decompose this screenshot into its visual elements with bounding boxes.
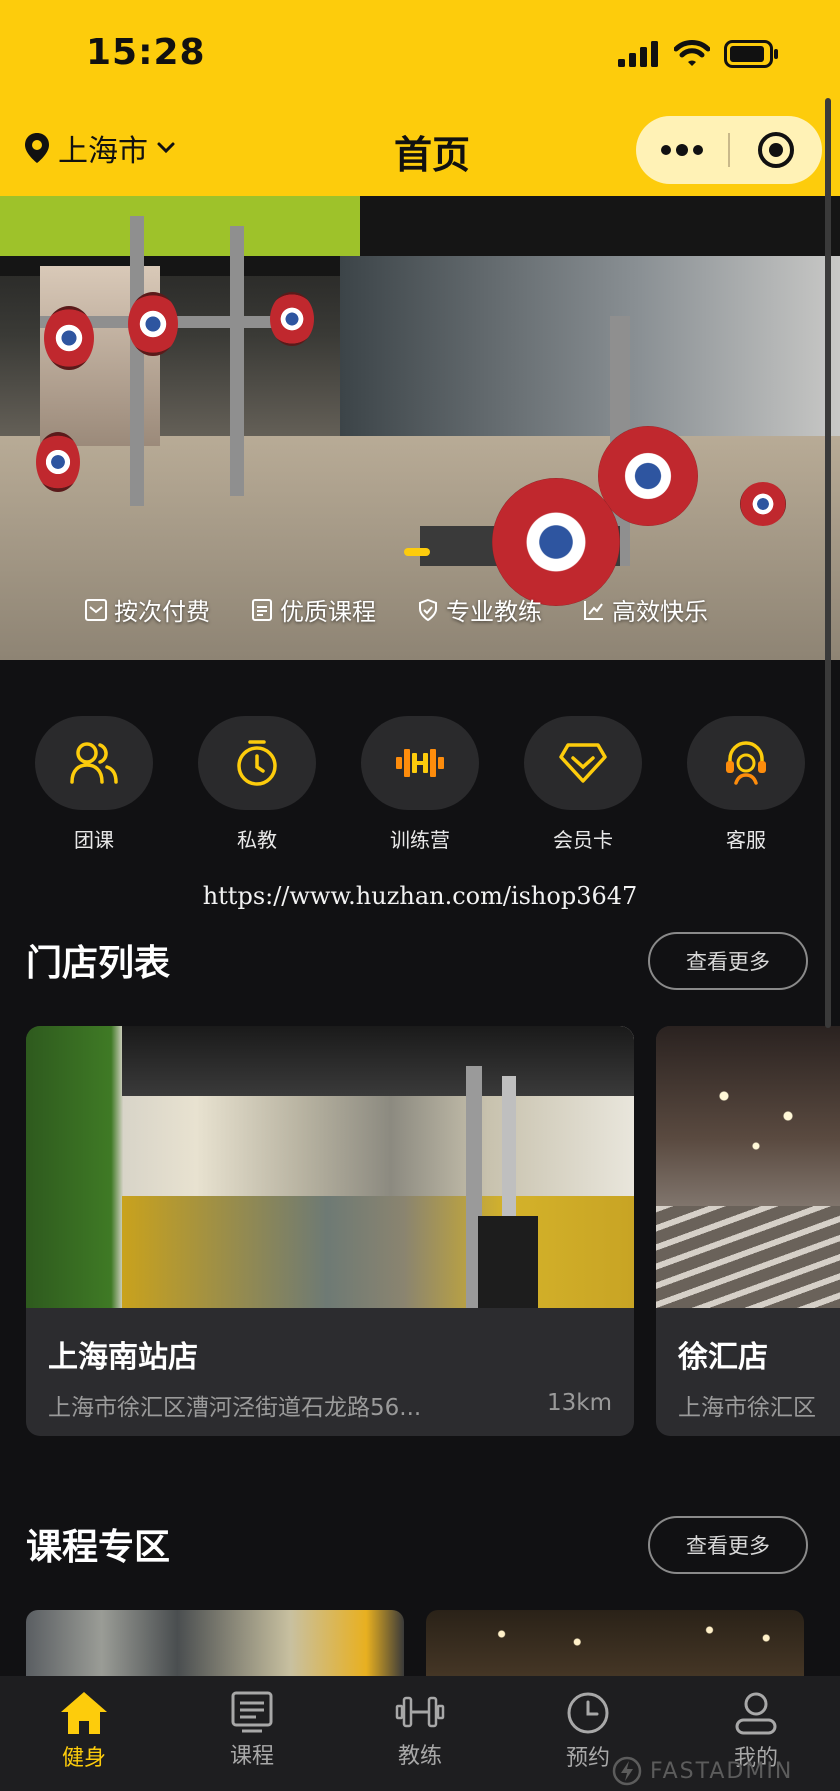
banner-weight-plate <box>128 292 178 356</box>
feature-tag-label: 高效快乐 <box>612 598 708 626</box>
hero-banner[interactable]: 按次付费 优质课程 专业教练 高效快乐 <box>0 196 840 660</box>
fastadmin-label: FASTADMIN <box>650 1758 794 1784</box>
feature-tag-label: 按次付费 <box>114 598 210 626</box>
url-watermark: https://www.huzhan.com/ishop3647 <box>202 882 638 910</box>
receipt-icon <box>85 598 107 621</box>
banner-back-wall <box>340 256 840 436</box>
feature-tag-label: 专业教练 <box>446 598 542 626</box>
quick-menu-label: 客服 <box>726 828 766 852</box>
lightning-logo-icon <box>612 1756 642 1786</box>
store-photo-machine <box>478 1216 538 1308</box>
banner-weight-plate <box>740 482 786 526</box>
quick-menu-icon-bg <box>35 716 153 810</box>
dumbbell-icon <box>395 1696 445 1728</box>
more-dots-icon <box>661 144 703 156</box>
stopwatch-icon <box>237 740 277 786</box>
stores-more-button[interactable]: 查看更多 <box>648 932 808 990</box>
quick-menu-icon-bg <box>524 716 642 810</box>
quick-menu-item-customer-service[interactable]: 客服 <box>686 716 806 853</box>
document-icon <box>252 598 272 621</box>
quick-menu-icon-bg <box>198 716 316 810</box>
store-distance: 13km <box>547 1390 612 1416</box>
battery-icon <box>724 40 778 68</box>
quick-menu: 团课 私教 训练营 会员卡 客服 <box>0 716 840 853</box>
feature-tag: 高效快乐 <box>582 592 708 627</box>
banner-rack <box>130 216 144 506</box>
target-circle-icon <box>758 132 794 168</box>
quick-menu-label: 会员卡 <box>553 828 613 852</box>
scrollbar[interactable] <box>825 98 831 1028</box>
tab-label: 健身 <box>61 1746 106 1771</box>
store-address: 上海市徐汇区漕河泾街道石龙路56... <box>48 1395 422 1421</box>
banner-weight-plate <box>36 432 80 492</box>
quick-menu-label: 训练营 <box>390 828 450 852</box>
quick-menu-icon-bg <box>687 716 805 810</box>
tab-courses[interactable]: 课程 <box>192 1690 312 1791</box>
clock-icon <box>567 1692 609 1734</box>
quick-menu-item-personal-training[interactable]: 私教 <box>197 716 317 853</box>
store-photo-ceiling <box>122 1026 634 1096</box>
store-card[interactable]: 上海南站店 上海市徐汇区漕河泾街道石龙路56... 13km <box>26 1026 634 1436</box>
store-card[interactable]: 徐汇店 上海市徐汇区 <box>656 1026 840 1436</box>
top-header: 15:28 上海市 首页 <box>0 0 840 196</box>
store-name: 上海南站店 <box>48 1340 198 1375</box>
stores-section-title: 门店列表 <box>26 943 171 984</box>
diamond-card-icon <box>559 743 607 783</box>
home-icon <box>61 1692 107 1734</box>
banner-weight-plate <box>270 292 314 346</box>
more-options-button[interactable] <box>636 144 728 156</box>
feature-tag: 按次付费 <box>84 592 210 627</box>
fastadmin-watermark: FASTADMIN <box>612 1756 793 1786</box>
courses-section-title: 课程专区 <box>26 1527 171 1568</box>
quick-menu-item-group-class[interactable]: 团课 <box>34 716 154 853</box>
quick-menu-icon-bg <box>361 716 479 810</box>
miniprogram-capsule <box>636 116 822 184</box>
wifi-icon <box>674 40 710 66</box>
courses-more-button[interactable]: 查看更多 <box>648 1516 808 1574</box>
tab-coaches[interactable]: 教练 <box>360 1690 480 1791</box>
banner-weight-plate <box>44 306 94 370</box>
status-icons <box>618 40 780 68</box>
store-photo <box>26 1026 634 1308</box>
close-miniprogram-button[interactable] <box>730 130 822 170</box>
tab-label: 教练 <box>397 1744 442 1769</box>
store-photo-lights <box>676 1066 836 1166</box>
store-name: 徐汇店 <box>678 1340 768 1375</box>
quick-menu-item-membership-card[interactable]: 会员卡 <box>523 716 643 853</box>
banner-green-wall <box>0 196 360 256</box>
status-time: 15:28 <box>86 32 206 73</box>
store-address: 上海市徐汇区 <box>678 1395 816 1421</box>
feature-tag: 优质课程 <box>250 592 376 627</box>
tab-fitness[interactable]: 健身 <box>24 1690 144 1791</box>
user-icon <box>735 1692 777 1735</box>
tab-label: 预约 <box>565 1746 610 1771</box>
banner-weight-plate <box>492 478 620 606</box>
store-photo <box>656 1026 840 1308</box>
feature-tag-label: 优质课程 <box>280 598 376 626</box>
quick-menu-label: 私教 <box>237 828 277 852</box>
list-icon <box>231 1691 273 1733</box>
tab-label: 课程 <box>229 1744 274 1769</box>
quick-menu-item-bootcamp[interactable]: 训练营 <box>360 716 480 853</box>
headset-icon <box>726 741 766 785</box>
group-class-icon <box>70 742 118 784</box>
banner-weight-plate <box>598 426 698 526</box>
store-photo-floor <box>122 1196 634 1308</box>
trend-chart-icon <box>584 600 603 620</box>
banner-rack <box>230 226 244 496</box>
store-photo-bikes <box>656 1206 840 1308</box>
feature-tag: 专业教练 <box>416 592 542 627</box>
quick-menu-label: 团课 <box>74 828 114 852</box>
signal-icon <box>618 41 658 67</box>
dumbbell-icon <box>396 749 444 777</box>
banner-feature-tags: 按次付费 优质课程 专业教练 高效快乐 <box>84 592 708 627</box>
shield-icon <box>419 598 437 621</box>
carousel-indicator[interactable] <box>404 548 430 556</box>
